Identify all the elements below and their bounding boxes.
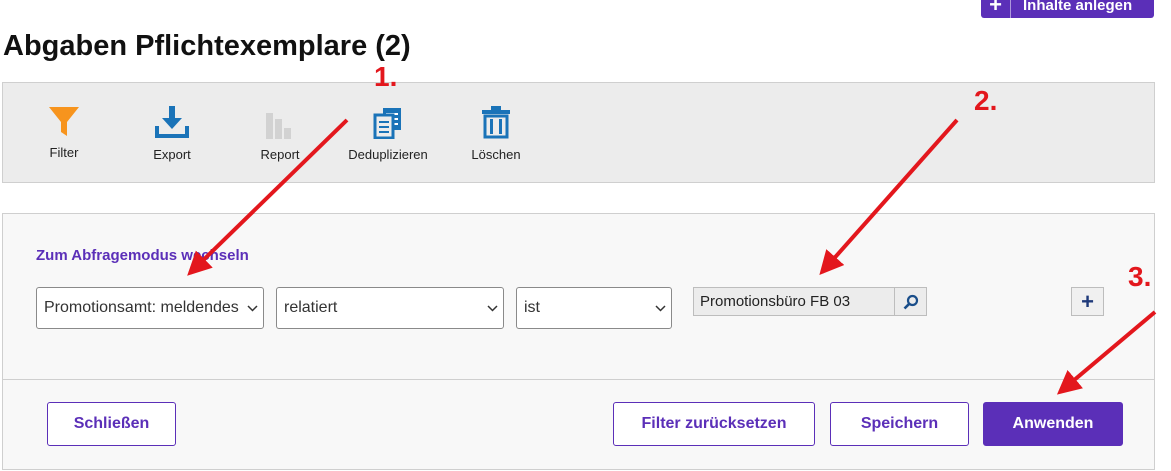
annotation-step-1: 1. <box>374 61 398 92</box>
annotation-step-3: 3. <box>1128 261 1152 292</box>
create-content-button[interactable]: + Inhalte anlegen <box>981 0 1154 18</box>
apply-button[interactable]: Anwenden <box>983 402 1123 446</box>
operator-select[interactable]: ist <box>516 287 672 329</box>
panel-divider <box>2 379 1155 380</box>
search-icon[interactable] <box>894 288 926 315</box>
close-button[interactable]: Schließen <box>47 402 176 446</box>
field-select[interactable]: Promotionsamt: meldendes <box>36 287 264 329</box>
filter-tool[interactable]: Filter <box>14 103 114 160</box>
operator-select-value: ist <box>524 299 540 316</box>
deduplicate-label: Deduplizieren <box>348 147 428 162</box>
lookup-value: Promotionsbüro FB 03 <box>700 293 851 310</box>
create-content-label: Inhalte anlegen <box>1023 0 1133 14</box>
bar-chart-icon <box>264 103 296 139</box>
reset-filter-button[interactable]: Filter zurücksetzen <box>613 402 815 446</box>
download-icon <box>154 103 190 139</box>
query-mode-link[interactable]: Zum Abfragemodus wechseln <box>36 247 249 264</box>
plus-icon: + <box>981 0 1011 18</box>
filter-icon <box>48 103 80 139</box>
trash-icon <box>481 103 511 139</box>
delete-tool[interactable]: Löschen <box>446 103 546 162</box>
report-tool[interactable]: Report <box>230 103 330 162</box>
add-condition-button[interactable]: + <box>1071 287 1104 316</box>
chevron-down-icon <box>481 304 503 312</box>
value-lookup-field[interactable]: Promotionsbüro FB 03 <box>693 287 927 316</box>
page-title: Abgaben Pflichtexemplare (2) <box>3 30 411 62</box>
save-button[interactable]: Speichern <box>830 402 969 446</box>
export-tool[interactable]: Export <box>122 103 222 162</box>
export-label: Export <box>153 147 191 162</box>
delete-label: Löschen <box>471 147 521 162</box>
deduplicate-tool[interactable]: Deduplizieren <box>338 103 438 162</box>
annotation-step-2: 2. <box>974 85 998 116</box>
chevron-down-icon <box>649 304 671 312</box>
plus-icon: + <box>1081 288 1094 314</box>
chevron-down-icon <box>241 304 263 312</box>
report-label: Report <box>260 147 300 162</box>
relation-select-value: relatiert <box>284 299 338 316</box>
filter-label: Filter <box>49 145 79 160</box>
field-select-value: Promotionsamt: meldendes <box>44 299 239 316</box>
relation-select[interactable]: relatiert <box>276 287 504 329</box>
copy-documents-icon <box>372 103 404 139</box>
